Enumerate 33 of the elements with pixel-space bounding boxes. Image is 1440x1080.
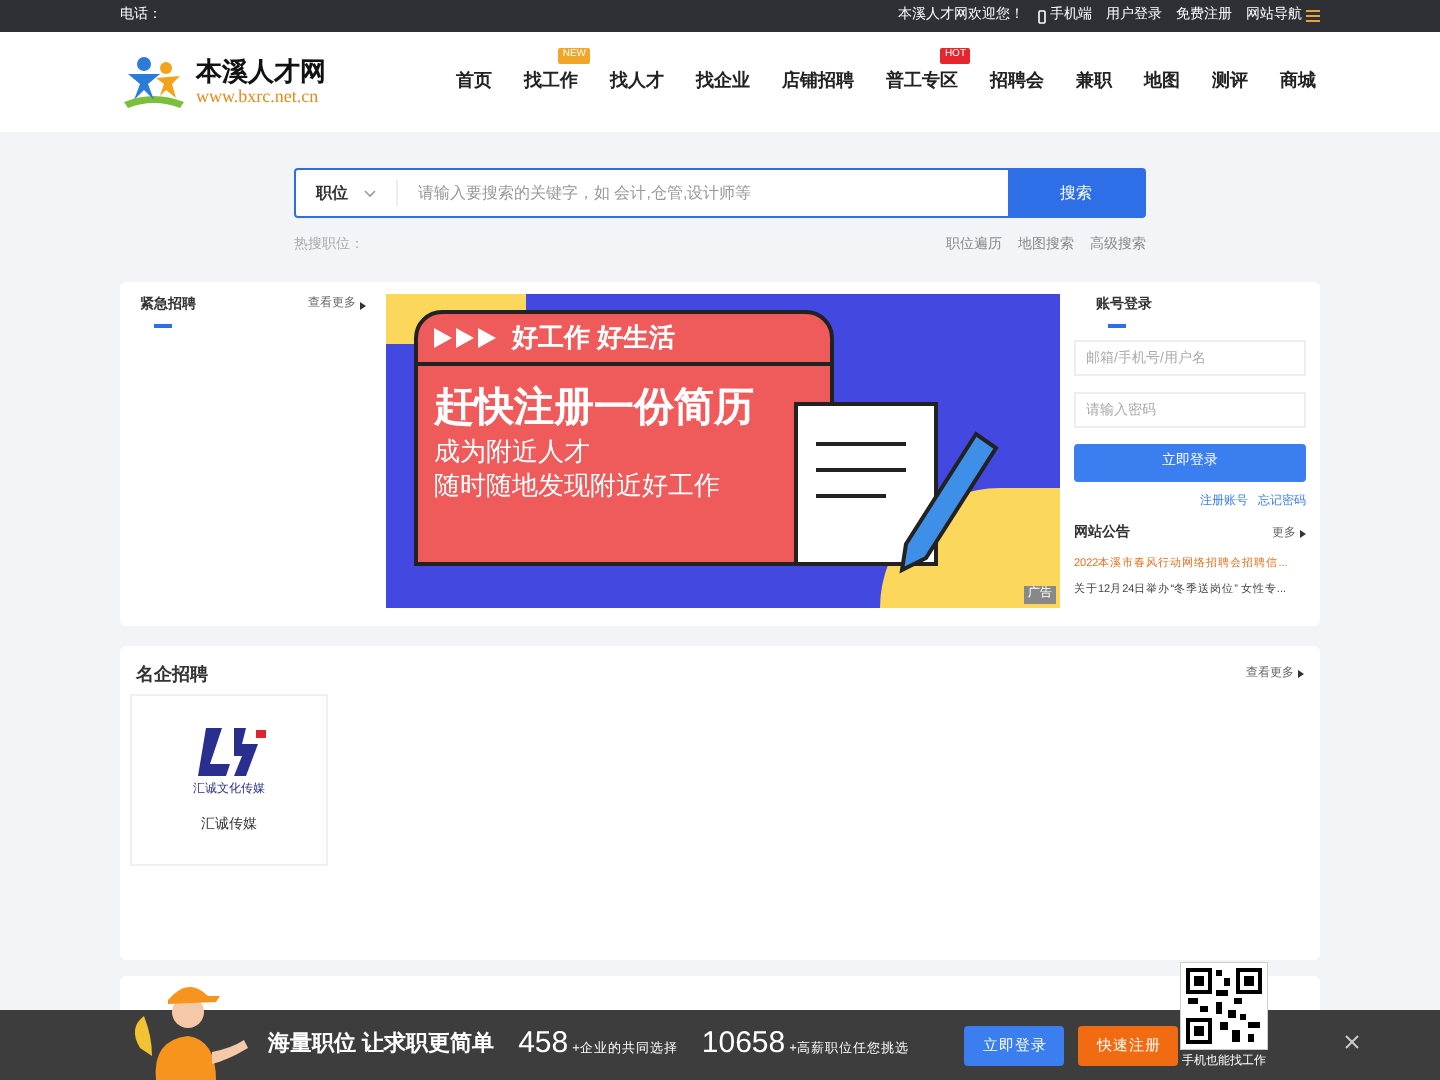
nav-link[interactable]: 地图 xyxy=(1144,68,1180,96)
search-button[interactable]: 搜索 xyxy=(1008,170,1144,216)
stat-number: 458 xyxy=(518,1024,569,1065)
close-icon xyxy=(1344,1034,1360,1050)
nav-link[interactable]: 兼职 xyxy=(1076,68,1112,96)
caret-icon xyxy=(1300,530,1306,539)
caret-icon xyxy=(1298,670,1304,679)
logo-icon xyxy=(120,54,188,110)
nav-link[interactable]: 首页 xyxy=(456,68,492,96)
search-bar[interactable]: 职位 请输入要搜索的关键字，如 会计,仓管,设计师等 搜索 xyxy=(294,168,1146,218)
nav-link[interactable]: 找工作 xyxy=(524,68,578,96)
nav-link[interactable]: 找人才 xyxy=(610,68,664,96)
close-button[interactable] xyxy=(1344,1034,1360,1050)
menu-icon xyxy=(1306,10,1320,22)
phone-icon xyxy=(1038,9,1046,23)
nav-link[interactable]: 普工专区 xyxy=(886,68,958,96)
slogan: 海量职位 让求职更简单 xyxy=(268,1029,495,1061)
logo-title: 本溪人才网 xyxy=(196,58,326,84)
banner-text: 成为附近人才 xyxy=(434,433,592,467)
nav-link[interactable]: 商城 xyxy=(1280,68,1316,96)
banner-tagline: 好工作 好生活 xyxy=(512,319,676,356)
logo-url: www.bxrc.net.cn xyxy=(196,88,321,106)
caret-icon xyxy=(360,301,366,310)
play-arrows-icon xyxy=(434,327,496,347)
banner-headline: 赶快注册一份简历 xyxy=(434,383,756,433)
nav-link[interactable]: 招聘会 xyxy=(990,68,1044,96)
section-title: 名企招聘 xyxy=(136,661,208,687)
nav-link[interactable]: 店铺招聘 xyxy=(782,68,854,96)
stat-number: 10658 xyxy=(701,1024,786,1065)
nav-link[interactable]: 找企业 xyxy=(696,68,750,96)
banner-text: 随时随地发现附近好工作 xyxy=(434,467,722,501)
nav-link[interactable]: 测评 xyxy=(1212,68,1248,96)
chevron-down-icon xyxy=(364,189,376,197)
